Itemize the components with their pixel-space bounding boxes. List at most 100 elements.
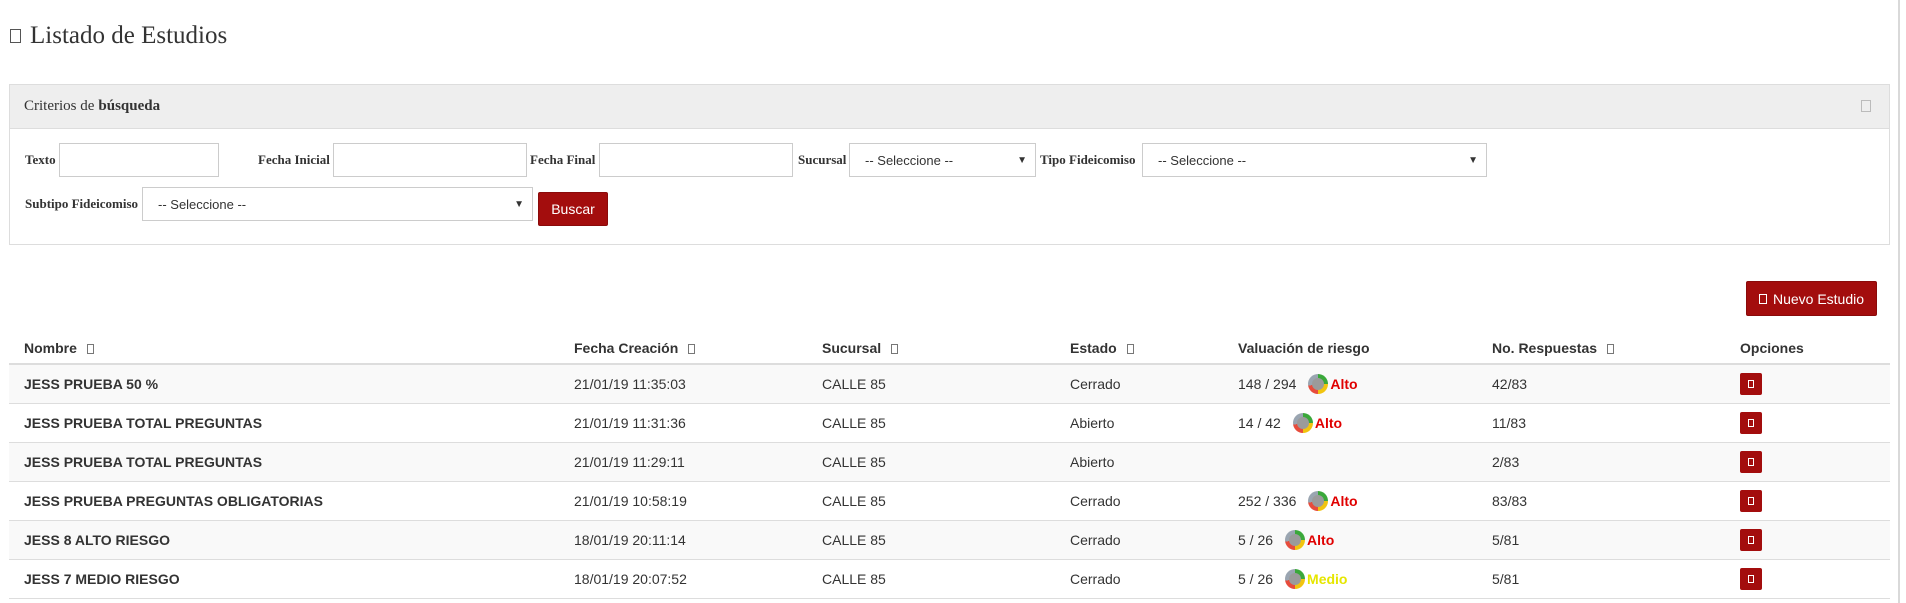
cell-estado: Cerrado	[1055, 520, 1223, 560]
studies-table: Nombre Fecha Creación Sucursal Estado Va…	[9, 333, 1890, 599]
cell-sucursal: CALLE 85	[807, 481, 1055, 521]
cell-nombre: JESS 8 ALTO RIESGO	[9, 520, 559, 560]
cell-nombre: JESS PRUEBA TOTAL PREGUNTAS	[9, 403, 559, 443]
subtipo-fideicomiso-select[interactable]: -- Seleccione -- ▼	[142, 187, 533, 221]
cell-sucursal: CALLE 85	[807, 559, 1055, 599]
gauge-icon	[1308, 491, 1329, 511]
cell-fecha: 21/01/19 10:58:19	[559, 481, 807, 521]
cell-opciones	[1725, 559, 1890, 599]
plus-icon	[1758, 293, 1767, 304]
cell-estado: Cerrado	[1055, 559, 1223, 599]
cell-valuacion	[1223, 442, 1477, 482]
edit-icon[interactable]	[1740, 373, 1762, 395]
valuacion-score: 148 / 294	[1238, 376, 1297, 392]
edit-icon[interactable]	[1740, 490, 1762, 512]
collapse-icon[interactable]	[1861, 100, 1871, 112]
sucursal-select[interactable]: -- Seleccione -- ▼	[849, 143, 1036, 177]
tipo-fideicomiso-select[interactable]: -- Seleccione -- ▼	[1142, 143, 1487, 177]
cell-opciones	[1725, 481, 1890, 521]
search-criteria-panel: Criterios de búsqueda Texto Fecha Inicia…	[9, 84, 1890, 245]
cell-respuestas: 5/81	[1477, 559, 1725, 599]
edit-icon[interactable]	[1740, 451, 1762, 473]
table-header-row: Nombre Fecha Creación Sucursal Estado Va…	[9, 333, 1890, 365]
sort-icon[interactable]	[1607, 344, 1615, 354]
cell-nombre: JESS PRUEBA 50 %	[9, 364, 559, 404]
edit-icon[interactable]	[1740, 412, 1762, 434]
fecha-final-label: Fecha Final	[530, 152, 596, 167]
table-row[interactable]: JESS PRUEBA 50 % 21/01/19 11:35:03 CALLE 8…	[9, 364, 1890, 404]
subtipo-fideicomiso-selected: -- Seleccione --	[158, 196, 247, 212]
sort-icon[interactable]	[1126, 344, 1134, 354]
risk-level: Alto	[1330, 376, 1358, 392]
col-nombre[interactable]: Nombre	[9, 333, 559, 365]
gauge-icon	[1285, 569, 1306, 589]
sucursal-label: Sucursal	[798, 152, 847, 167]
tipo-fideicomiso-selected: -- Seleccione --	[1158, 152, 1247, 168]
col-sucursal-label: Sucursal	[822, 340, 882, 356]
cell-nombre: JESS PRUEBA TOTAL PREGUNTAS	[9, 442, 559, 482]
col-valuacion: Valuación de riesgo	[1223, 333, 1477, 365]
fecha-inicial-label: Fecha Inicial	[258, 152, 330, 167]
col-sucursal[interactable]: Sucursal	[807, 333, 1055, 365]
cell-fecha: 18/01/19 20:11:14	[559, 520, 807, 560]
sort-icon[interactable]	[688, 344, 696, 354]
risk-level: Medio	[1307, 571, 1348, 587]
table-row[interactable]: JESS PRUEBA TOTAL PREGUNTAS 21/01/19 11:2…	[9, 442, 1890, 482]
edit-icon[interactable]	[1740, 529, 1762, 551]
chevron-down-icon: ▼	[514, 199, 524, 210]
texto-input[interactable]	[59, 143, 219, 177]
col-valuacion-label: Valuación de riesgo	[1238, 340, 1370, 356]
cell-valuacion: 148 / 294 Alto	[1223, 364, 1477, 404]
list-icon	[10, 29, 21, 43]
tipo-fideicomiso-label: Tipo Fideicomiso	[1040, 152, 1136, 167]
cell-sucursal: CALLE 85	[807, 403, 1055, 443]
col-fecha-creacion[interactable]: Fecha Creación	[559, 333, 807, 365]
gauge-icon	[1292, 413, 1313, 433]
panel-title-prefix: Criterios de	[24, 98, 95, 114]
page-title-text: Listado de Estudios	[30, 22, 228, 49]
risk-level: Alto	[1307, 532, 1335, 548]
cell-sucursal: CALLE 85	[807, 442, 1055, 482]
cell-respuestas: 42/83	[1477, 364, 1725, 404]
texto-label: Texto	[25, 152, 56, 167]
sucursal-selected: -- Seleccione --	[865, 152, 954, 168]
cell-valuacion: 5 / 26 Alto	[1223, 520, 1477, 560]
cell-opciones	[1725, 520, 1890, 560]
col-respuestas-label: No. Respuestas	[1492, 340, 1598, 356]
cell-respuestas: 11/83	[1477, 403, 1725, 443]
cell-opciones	[1725, 403, 1890, 443]
cell-fecha: 21/01/19 11:35:03	[559, 364, 807, 404]
table-row[interactable]: JESS 7 MEDIO RIESGO 18/01/19 20:07:52 CALL…	[9, 559, 1890, 599]
cell-fecha: 21/01/19 11:29:11	[559, 442, 807, 482]
fecha-inicial-input[interactable]	[333, 143, 527, 177]
edit-icon[interactable]	[1740, 568, 1762, 590]
sort-icon[interactable]	[891, 344, 899, 354]
panel-heading: Criterios de búsqueda	[10, 85, 1889, 129]
cell-valuacion: 252 / 336 Alto	[1223, 481, 1477, 521]
cell-fecha: 21/01/19 11:31:36	[559, 403, 807, 443]
sort-icon[interactable]	[86, 344, 94, 354]
table-row[interactable]: JESS PRUEBA TOTAL PREGUNTAS 21/01/19 11:3…	[9, 403, 1890, 443]
cell-nombre: JESS PRUEBA PREGUNTAS OBLIGATORIAS	[9, 481, 559, 521]
valuacion-score: 5 / 26	[1238, 571, 1274, 587]
col-opciones-label: Opciones	[1740, 340, 1804, 356]
search-button[interactable]: Buscar	[538, 192, 608, 226]
gauge-icon	[1285, 530, 1306, 550]
col-estado[interactable]: Estado	[1055, 333, 1223, 365]
cell-estado: Abierto	[1055, 403, 1223, 443]
fecha-final-input[interactable]	[599, 143, 793, 177]
table-row[interactable]: JESS 8 ALTO RIESGO 18/01/19 20:11:14 CALLE…	[9, 520, 1890, 560]
col-respuestas[interactable]: No. Respuestas	[1477, 333, 1725, 365]
new-study-button[interactable]: Nuevo Estudio	[1746, 281, 1877, 316]
col-estado-label: Estado	[1070, 340, 1117, 356]
gauge-icon	[1308, 374, 1329, 394]
page-scrollbar[interactable]	[1898, 0, 1906, 603]
subtipo-fideicomiso-label: Subtipo Fideicomiso	[25, 196, 139, 211]
cell-sucursal: CALLE 85	[807, 520, 1055, 560]
col-opciones: Opciones	[1725, 333, 1890, 365]
cell-valuacion: 5 / 26 Medio	[1223, 559, 1477, 599]
chevron-down-icon: ▼	[1468, 155, 1478, 166]
cell-fecha: 18/01/19 20:07:52	[559, 559, 807, 599]
table-row[interactable]: JESS PRUEBA PREGUNTAS OBLIGATORIAS 21/01/…	[9, 481, 1890, 521]
valuacion-score: 5 / 26	[1238, 532, 1274, 548]
